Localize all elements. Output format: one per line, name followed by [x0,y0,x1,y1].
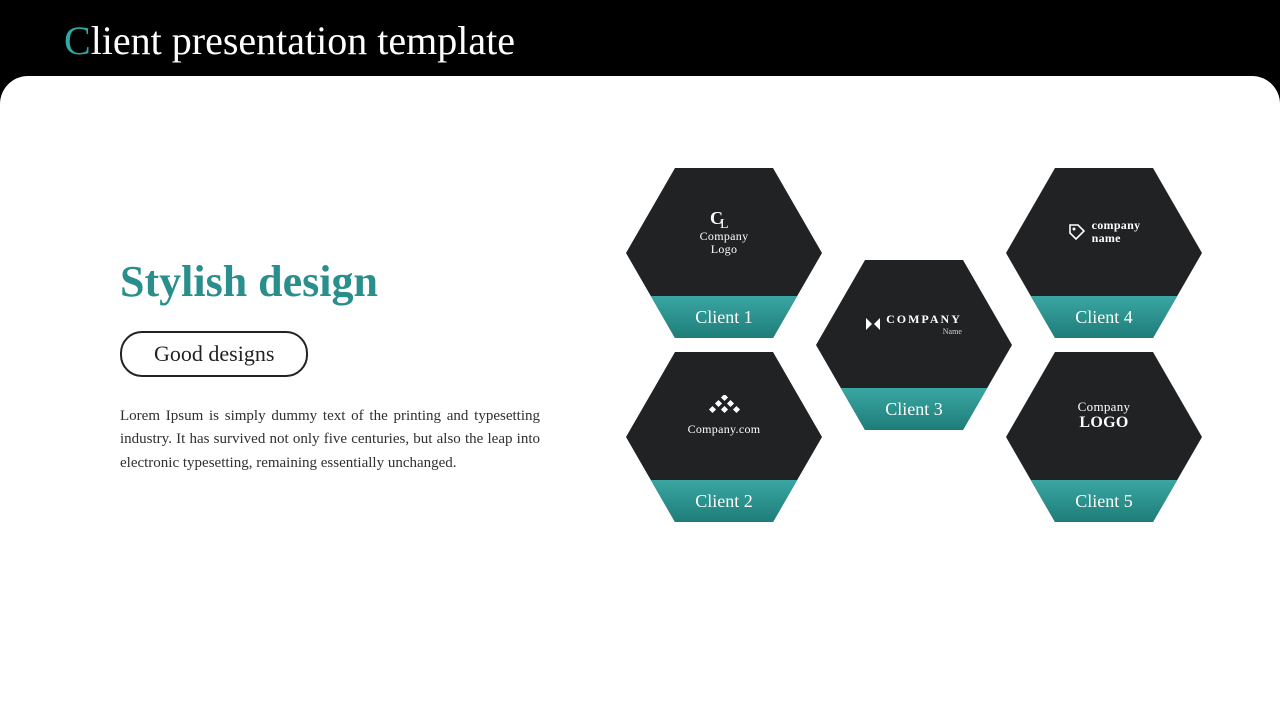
client-4-logo-line1: company [1092,218,1141,232]
hex-grid: C L Company Logo Client 1 [590,76,1280,720]
client-1-label: Client 1 [626,296,822,338]
client-hex-4: company name Client 4 [1006,168,1202,338]
client-1-logo-line1: Company [700,229,749,243]
client-logo-3: COMPANY Name [816,260,1012,388]
body-text: Lorem Ipsum is simply dummy text of the … [120,405,540,475]
client-logo-5: Company LOGO [1006,352,1202,480]
client-4-logo-line2: name [1092,231,1121,245]
client-4-label: Client 4 [1006,296,1202,338]
client-2-logo-line1: Company.com [688,422,761,436]
client-logo-1: C L Company Logo [626,168,822,296]
heading: Stylish design [120,256,590,307]
subtitle-pill: Good designs [120,331,308,377]
client-3-logo-line2: Name [886,327,962,336]
page-title-accent: C [64,17,91,64]
slide: Stylish design Good designs Lorem Ipsum … [0,76,1280,720]
page-title: lient presentation template [91,17,515,64]
client-1-logo-line2: Logo [711,242,738,256]
client-logo-2: Company.com [626,352,822,480]
client-hex-5: Company LOGO Client 5 [1006,352,1202,522]
client-5-logo-line2: LOGO [1079,414,1128,431]
tag-icon [1068,223,1086,241]
client-hex-3: COMPANY Name Client 3 [816,260,1012,430]
diamonds-icon [707,395,741,419]
client-hex-1: C L Company Logo Client 1 [626,168,822,338]
client-5-logo-line1: Company [1078,399,1131,414]
client-logo-4: company name [1006,168,1202,296]
content-area: Stylish design Good designs Lorem Ipsum … [0,76,1280,720]
left-panel: Stylish design Good designs Lorem Ipsum … [0,76,590,720]
client-3-label: Client 3 [816,388,1012,430]
client-hex-2: Company.com Client 2 [626,352,822,522]
title-bar: Client presentation template [0,0,1280,80]
client-2-label: Client 2 [626,480,822,522]
cl-monogram-icon: C L [710,208,738,230]
client-5-label: Client 5 [1006,480,1202,522]
client-3-logo-line1: COMPANY [886,312,962,327]
arrow-bowtie-icon [866,318,880,330]
